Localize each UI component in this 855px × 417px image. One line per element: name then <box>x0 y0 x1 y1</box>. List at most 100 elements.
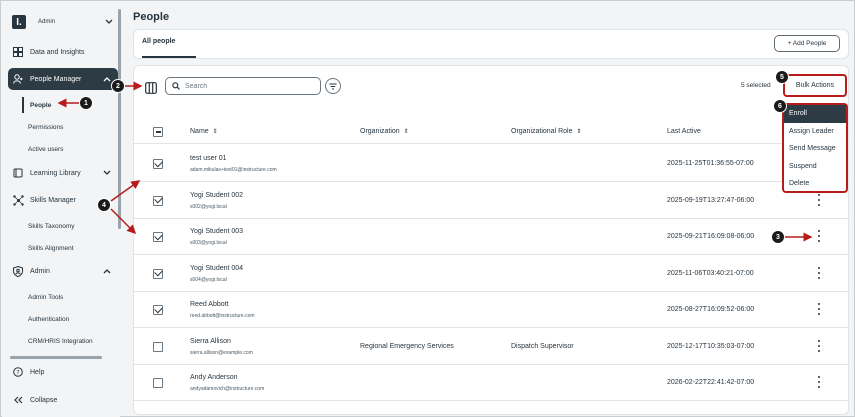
person-email: sierra.allison@example.com <box>190 349 253 356</box>
column-header-role[interactable]: Organizational Role ⇕ <box>511 128 582 135</box>
nav-label: Admin <box>30 267 50 275</box>
more-options-icon[interactable] <box>815 376 823 388</box>
row-checkbox[interactable] <box>153 232 163 242</box>
person-email: adam.mikulas+test01@instructure.com <box>190 167 277 173</box>
nav-admin[interactable]: Admin <box>8 260 118 282</box>
sort-icon: ⇕ <box>403 129 409 135</box>
person-icon <box>12 73 24 85</box>
menu-item-delete[interactable]: Delete <box>784 175 846 193</box>
column-label: Organization <box>360 128 400 135</box>
sort-icon: ⇕ <box>212 129 218 135</box>
column-header-organization[interactable]: Organization ⇕ <box>360 128 409 135</box>
person-name[interactable]: Reed Abbott <box>190 301 229 308</box>
row-checkbox[interactable] <box>153 195 163 206</box>
column-header-name[interactable]: Name ⇕ <box>190 128 218 135</box>
table-row[interactable]: Reed Abbott reed.abbott@instructure.com 20… <box>134 292 850 328</box>
person-name[interactable]: test user 01 <box>190 155 227 162</box>
tab-all-people[interactable]: All people <box>142 38 175 45</box>
callout-badge-1: 1 <box>79 96 93 110</box>
person-name[interactable]: Yogi Student 003 <box>190 228 243 235</box>
nav-help[interactable]: ? Help <box>8 361 118 383</box>
more-options-icon[interactable] <box>815 303 823 315</box>
search-icon <box>172 82 180 90</box>
subnav-people[interactable]: People <box>22 97 114 113</box>
menu-item-enroll[interactable]: Enroll <box>784 105 846 123</box>
chevron-down-icon <box>104 17 114 27</box>
people-table-card: 5 selected Bulk Actions Name⇕ Organizati… <box>133 65 850 415</box>
person-last-active: 2025-09-21T16:09:08-06:00 <box>667 233 755 240</box>
chevron-up-icon <box>102 266 112 276</box>
person-last-active: 2026-02-22T22:41:42-07:00 <box>667 379 755 386</box>
network-icon <box>12 194 24 206</box>
subnav-authentication[interactable]: Authentication <box>22 311 114 327</box>
nav-label: Learning Library <box>30 169 81 177</box>
subnav-admin-tools[interactable]: Admin Tools <box>22 289 114 305</box>
subnav-permissions[interactable]: Permissions <box>22 119 114 135</box>
person-email: s002@yogi.local <box>190 203 227 210</box>
sidebar-scrollbar-horizontal[interactable] <box>10 356 102 359</box>
person-last-active: 2025-11-25T01:36:55-07:00 <box>667 160 754 167</box>
nav-data-insights[interactable]: Data and Insights <box>8 41 118 63</box>
row-checkbox[interactable] <box>153 341 163 352</box>
table-row[interactable]: Yogi Student 004 s004@yogi.local 2025-11-0… <box>134 256 850 292</box>
person-name[interactable]: Sierra Allison <box>190 338 231 345</box>
sort-icon: ⇕ <box>576 129 582 135</box>
org-switcher[interactable]: I. Admin <box>8 10 114 34</box>
nav-label: Data and Insights <box>30 48 85 56</box>
menu-item-send-message[interactable]: Send Message <box>784 140 846 158</box>
svg-text:?: ? <box>16 369 19 376</box>
subnav-skills-alignment[interactable]: Skills Alignment <box>22 240 114 256</box>
bulk-actions-menu: Enroll Assign Leader Send Message Suspen… <box>782 103 848 193</box>
more-options-icon[interactable] <box>815 266 823 279</box>
callout-badge-5: 5 <box>775 70 789 84</box>
org-logo: I. <box>12 15 26 29</box>
menu-item-suspend[interactable]: Suspend <box>784 158 846 176</box>
collapse-button[interactable]: Collapse <box>8 389 118 411</box>
table-row[interactable]: Andy Anderson andyadamovich@instructure.c… <box>134 365 850 401</box>
column-label: Name <box>190 128 209 135</box>
sidebar-scrollbar[interactable] <box>118 9 121 229</box>
filter-icon <box>329 83 337 89</box>
bulk-actions-button[interactable]: Bulk Actions <box>783 74 847 97</box>
help-icon: ? <box>12 366 24 378</box>
person-email: andyadamovich@instructure.com <box>190 386 265 392</box>
tab-bar: All people + Add People <box>133 29 849 59</box>
row-checkbox[interactable] <box>153 305 163 315</box>
column-label: Organizational Role <box>511 128 573 135</box>
table-row[interactable]: Yogi Student 002 s002@yogi.local 2025-09-1… <box>134 183 850 219</box>
nav-learning-library[interactable]: Learning Library <box>8 162 118 184</box>
menu-item-assign-leader[interactable]: Assign Leader <box>784 123 846 141</box>
more-options-icon[interactable] <box>815 230 823 242</box>
subnav-crm-hris[interactable]: CRM/HRIS Integration <box>22 333 114 349</box>
subnav-skills-taxonomy[interactable]: Skills Taxonomy <box>22 218 114 234</box>
callout-badge-2: 2 <box>111 79 125 93</box>
search-input[interactable] <box>185 82 315 90</box>
table-row[interactable]: Yogi Student 003 s003@yogi.local 2025-09-2… <box>134 219 850 255</box>
column-header-last-active[interactable]: Last Active <box>667 128 701 135</box>
nav-label: Collapse <box>30 396 58 404</box>
columns-icon[interactable] <box>145 81 157 94</box>
select-all-checkbox[interactable] <box>153 127 163 137</box>
filter-button[interactable] <box>325 78 341 94</box>
app-window: I. Admin Data and Insights People Manage… <box>0 0 855 417</box>
person-name[interactable]: Yogi Student 004 <box>190 265 243 272</box>
table-row[interactable]: Sierra Allison sierra.allison@example.com… <box>134 329 850 365</box>
row-checkbox[interactable] <box>153 378 163 388</box>
callout-badge-6: 6 <box>773 99 787 113</box>
person-name[interactable]: Yogi Student 002 <box>190 192 243 199</box>
nav-label: People Manager <box>30 75 82 83</box>
selected-count: 5 selected <box>741 82 771 89</box>
nav-people-manager[interactable]: People Manager <box>8 68 118 90</box>
subnav-active-users[interactable]: Active users <box>22 141 114 157</box>
table-row[interactable]: test user 01 adam.mikulas+test01@instruct… <box>134 146 850 182</box>
row-checkbox[interactable] <box>153 268 163 279</box>
more-options-icon[interactable] <box>815 193 823 206</box>
more-options-icon[interactable] <box>815 339 823 352</box>
book-icon <box>12 167 24 179</box>
add-people-button[interactable]: + Add People <box>774 35 840 52</box>
person-name[interactable]: Andy Anderson <box>190 374 237 381</box>
dashboard-icon <box>12 46 24 58</box>
row-checkbox[interactable] <box>153 159 163 169</box>
double-chevron-left-icon <box>12 394 24 406</box>
person-email: reed.abbott@instructure.com <box>190 313 255 319</box>
